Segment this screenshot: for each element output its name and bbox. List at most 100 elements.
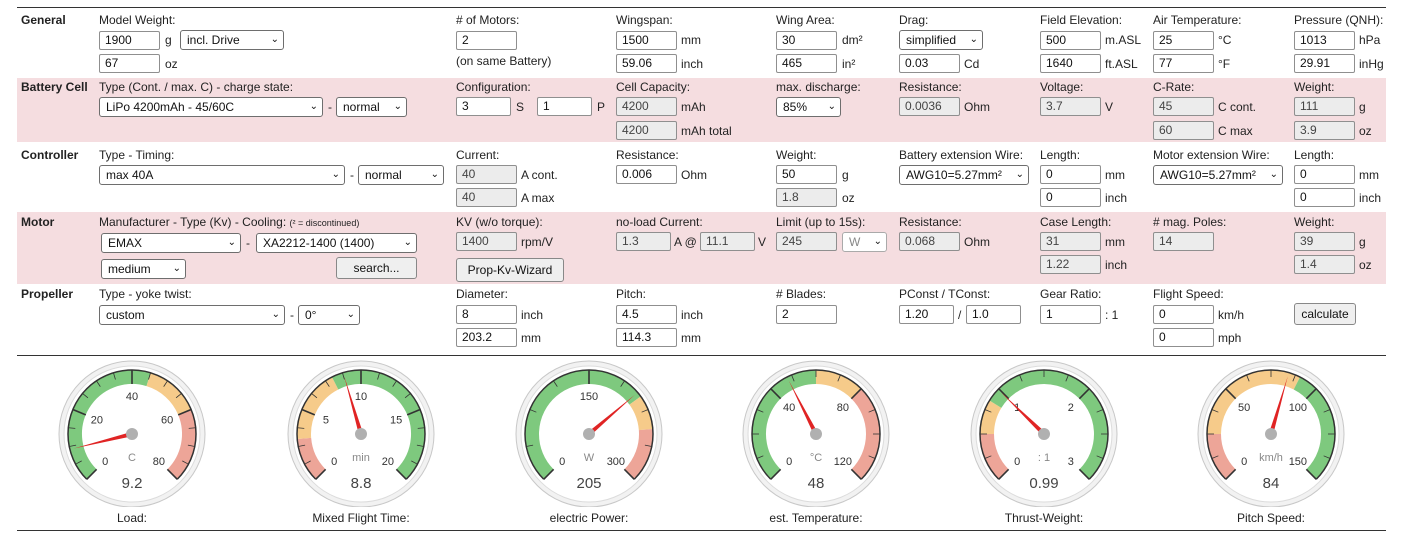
model-weight-oz-input[interactable]: 67: [99, 54, 160, 73]
prop-kv-wizard-button[interactable]: Prop-Kv-Wizard: [456, 258, 564, 282]
motor-wire-mm-input[interactable]: 0: [1294, 165, 1355, 184]
yoke-twist-value: 0°: [305, 308, 317, 322]
chevron-down-icon: ⌄: [172, 263, 181, 274]
gauge: 0123: 10.99: [969, 357, 1119, 508]
search-button[interactable]: search...: [336, 257, 417, 279]
controller-resistance-label: Resistance:: [616, 148, 679, 162]
calculate-button[interactable]: calculate: [1294, 303, 1356, 325]
elevation-m-input[interactable]: 500: [1040, 31, 1101, 50]
gauge-tick-label: 150: [580, 391, 598, 403]
config-s-input[interactable]: 3: [456, 97, 511, 116]
battery-wire-inch-input[interactable]: 0: [1040, 188, 1101, 207]
pitch-inch-input[interactable]: 4.5: [616, 305, 677, 324]
unit-mm: mm: [521, 331, 541, 345]
blades-input[interactable]: 2: [776, 305, 837, 324]
propeller-type-select[interactable]: custom ⌄: [99, 305, 285, 325]
controller-type-select[interactable]: max 40A ⌄: [99, 165, 345, 185]
pressure-hpa-input[interactable]: 1013: [1294, 31, 1355, 50]
motor-model-value: XA2212-1400 (1400): [263, 236, 375, 250]
diameter-inch-input[interactable]: 8: [456, 305, 517, 324]
motor-model-select[interactable]: XA2212-1400 (1400) ⌄: [256, 233, 417, 253]
slash: /: [958, 308, 962, 322]
unit-mm: mm: [1359, 168, 1379, 182]
drag-select[interactable]: simplified ⌄: [899, 30, 983, 50]
battery-wire-mm-input[interactable]: 0: [1040, 165, 1101, 184]
wingspan-label: Wingspan:: [616, 13, 673, 27]
diameter-mm-input[interactable]: 203.2: [456, 328, 517, 347]
unit-g: g: [1359, 235, 1366, 249]
gauge-hub: [810, 428, 822, 440]
gear-ratio-input[interactable]: 1: [1040, 305, 1101, 324]
flight-speed-label: Flight Speed:: [1153, 287, 1224, 301]
gauge-tick-label: 40: [783, 402, 795, 414]
wing-area-in2-input[interactable]: 465: [776, 54, 837, 73]
config-p-input[interactable]: 1: [537, 97, 592, 116]
wing-area-dm2-input[interactable]: 30: [776, 31, 837, 50]
elevation-ft-input[interactable]: 1640: [1040, 54, 1101, 73]
drive-select[interactable]: incl. Drive ⌄: [180, 30, 284, 50]
discontinued-note: (² = discontinued): [289, 218, 360, 228]
temp-c-input[interactable]: 25: [1153, 31, 1214, 50]
capacity-total-value: 4200: [616, 121, 677, 140]
pitch-label: Pitch:: [616, 287, 647, 301]
controller-weight-g-input[interactable]: 50: [776, 165, 837, 184]
controller-weight-oz-value: 1.8: [776, 188, 837, 207]
motor-weight-oz-value: 1.4: [1294, 255, 1355, 274]
controller-resistance-input[interactable]: 0.006: [616, 165, 677, 184]
configuration-label: Configuration:: [456, 80, 531, 94]
unit-v: V: [1105, 100, 1114, 114]
unit-inch: inch: [1105, 258, 1128, 272]
dash: -: [290, 308, 294, 322]
drag-cd-input[interactable]: 0.03: [899, 54, 960, 73]
pressure-inhg-input[interactable]: 29.91: [1294, 54, 1355, 73]
battery-weight-oz-value: 3.9: [1294, 121, 1355, 140]
manufacturer-select[interactable]: EMAX ⌄: [101, 233, 241, 253]
battery-type-select[interactable]: LiPo 4200mAh - 45/60C ⌄: [99, 97, 323, 117]
unit-oz: oz: [165, 57, 178, 71]
motor-type-label-text: Manufacturer - Type (Kv) - Cooling:: [99, 215, 287, 229]
gauge-value: 8.8: [351, 475, 372, 492]
timing-select[interactable]: normal ⌄: [358, 165, 444, 185]
chevron-down-icon: ⌄: [1015, 169, 1024, 180]
temp-f-input[interactable]: 77: [1153, 54, 1214, 73]
max-discharge-label: max. discharge:: [776, 80, 861, 94]
motor-wire-inch-input[interactable]: 0: [1294, 188, 1355, 207]
charge-state-select[interactable]: normal ⌄: [336, 97, 407, 117]
pconst-input[interactable]: 1.20: [899, 305, 954, 324]
gauge-label: Thrust-Weight:: [1004, 511, 1084, 525]
gauge-value: 9.2: [122, 475, 143, 492]
battery-wire-select[interactable]: AWG10=5.27mm² ⌄: [899, 165, 1029, 185]
wingspan-mm-input[interactable]: 1500: [616, 31, 677, 50]
max-discharge-select[interactable]: 85% ⌄: [776, 97, 841, 117]
motors-input[interactable]: 2: [456, 31, 517, 50]
flight-speed-mph-input[interactable]: 0: [1153, 328, 1214, 347]
model-weight-g-input[interactable]: 1900: [99, 31, 160, 50]
gauge-tick-label: 80: [153, 456, 165, 468]
gauge-tick-label: 3: [1068, 456, 1074, 468]
cooling-select[interactable]: medium ⌄: [101, 259, 186, 279]
gear-ratio-suffix: : 1: [1105, 308, 1119, 322]
case-length-inch-value: 1.22: [1040, 255, 1101, 274]
voltage-label: Voltage:: [1040, 80, 1084, 94]
pitch-mm-input[interactable]: 114.3: [616, 328, 677, 347]
gauge-value: 84: [1263, 475, 1280, 492]
motors-label: # of Motors:: [456, 13, 520, 27]
gauge: 0 50 100 150 km/h 84: [1196, 357, 1346, 508]
chevron-down-icon: ⌄: [873, 236, 882, 247]
unit-mm: mm: [681, 331, 701, 345]
tconst-input[interactable]: 1.0: [966, 305, 1021, 324]
gauge-hub: [355, 428, 367, 440]
limit-unit-select[interactable]: W ⌄: [842, 232, 887, 252]
chevron-down-icon: ⌄: [393, 101, 402, 112]
flight-speed-kmh-input[interactable]: 0: [1153, 305, 1214, 324]
wingspan-inch-input[interactable]: 59.06: [616, 54, 677, 73]
gauge-unit: : 1: [1038, 452, 1050, 464]
motor-wire-select[interactable]: AWG10=5.27mm² ⌄: [1153, 165, 1283, 185]
gauge-dial: 0 5 10 15 20 min 8.8: [287, 360, 435, 508]
yoke-twist-select[interactable]: 0° ⌄: [298, 305, 360, 325]
battery-wire-value: AWG10=5.27mm²: [906, 168, 1002, 182]
controller-type-value: max 40A: [106, 168, 154, 182]
battery-weight-g-value: 111: [1294, 97, 1355, 116]
gauge-label: electric Power:: [549, 511, 629, 525]
dash: -: [350, 168, 354, 182]
